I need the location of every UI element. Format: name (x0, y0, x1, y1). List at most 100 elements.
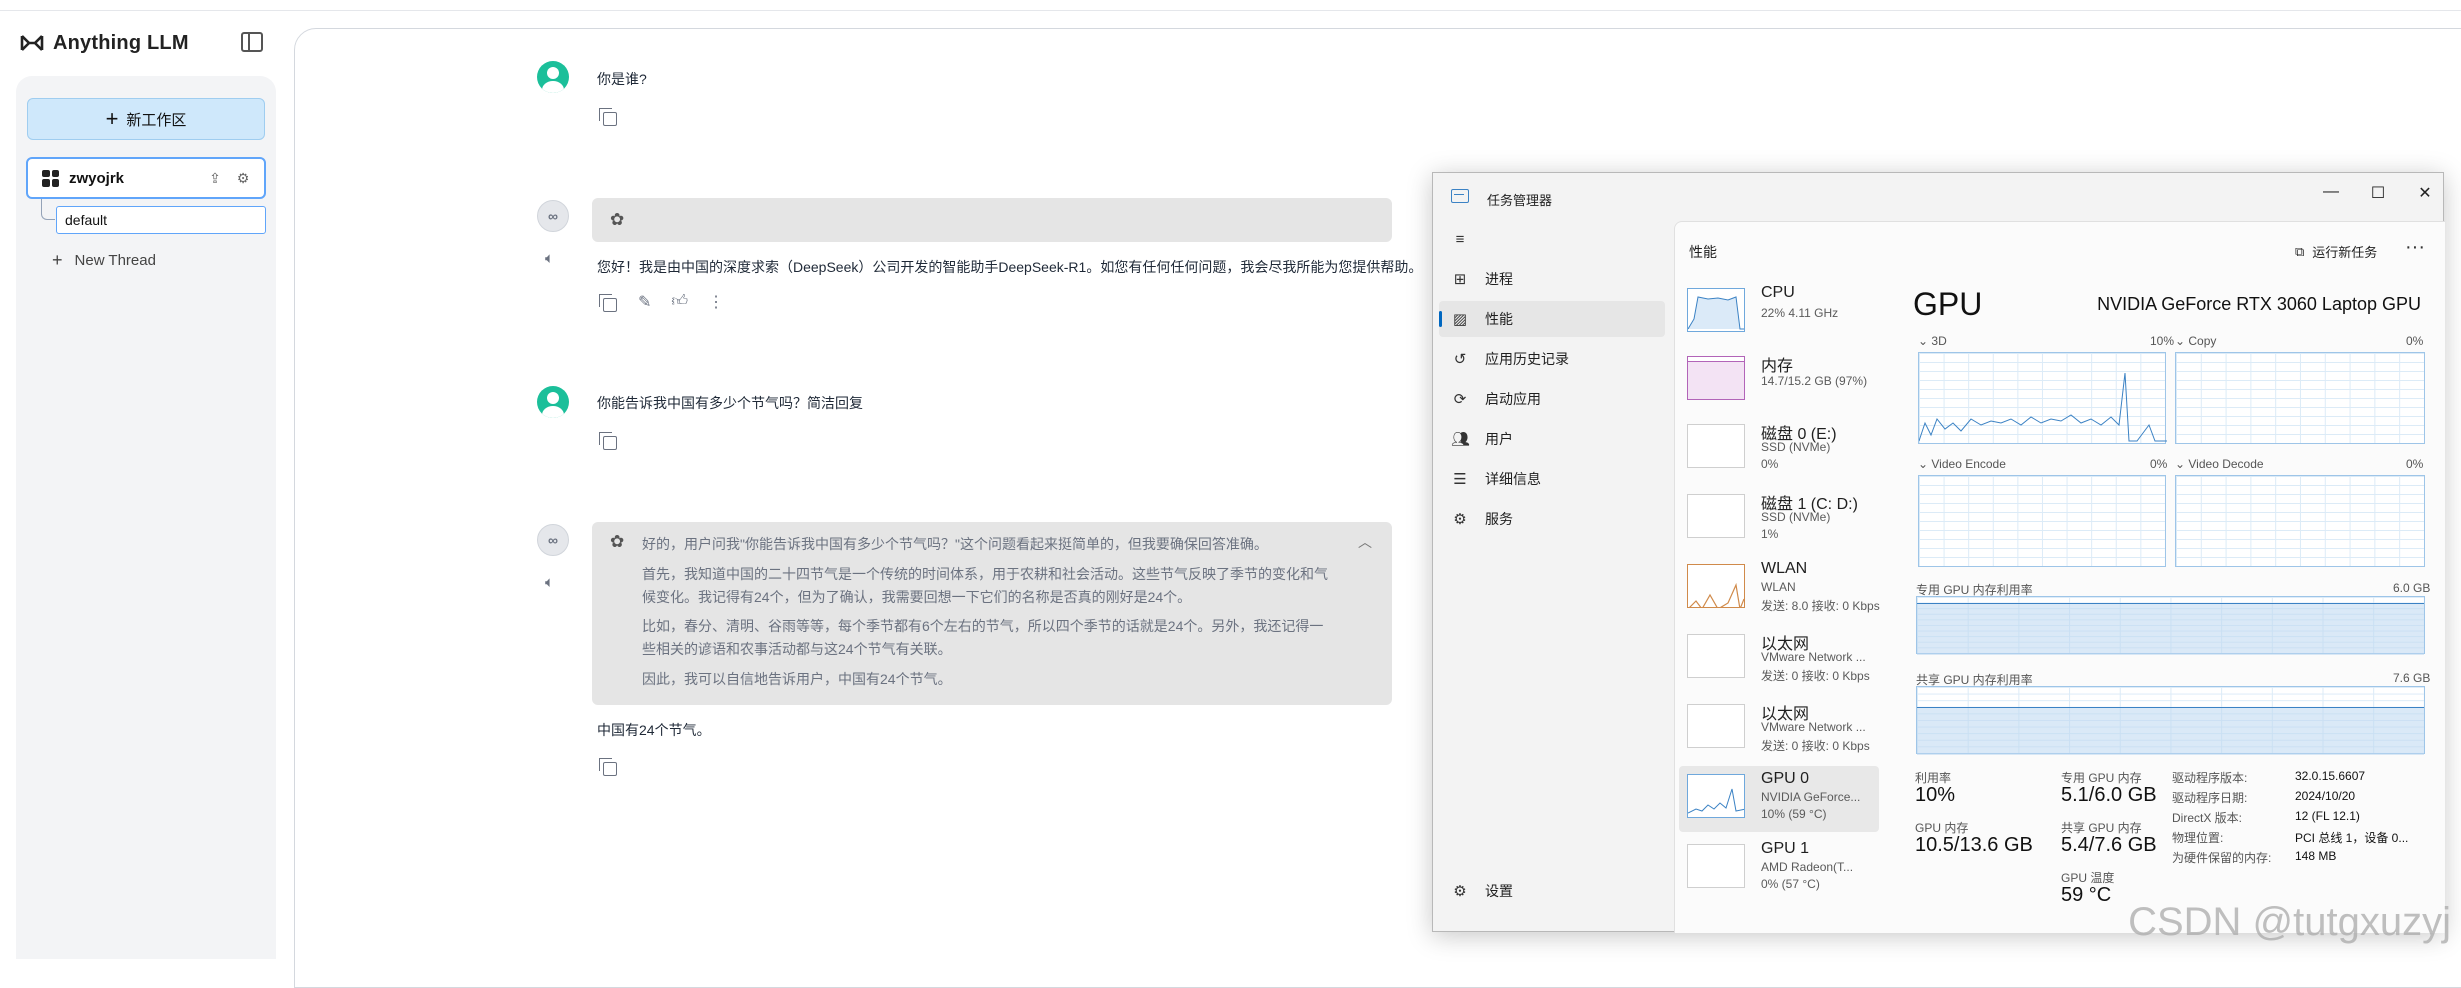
engine-label[interactable]: ⌄ 3D (1918, 334, 1947, 348)
thinking-line: 好的，用户问我"你能告诉我中国有多少个节气吗？"这个问题看起来挺简单的，但我要确… (642, 534, 1268, 554)
copy-icon[interactable] (603, 298, 617, 312)
directx-key: DirectX 版本: (2172, 809, 2242, 826)
driver-version-value: 32.0.15.6607 (2295, 769, 2365, 783)
nav-details[interactable]: ☰详细信息 (1439, 461, 1665, 497)
nav-performance[interactable]: ▨性能 (1439, 301, 1665, 337)
page-title: 性能 (1689, 242, 1717, 262)
user-message: 你能告诉我中国有多少个节气吗？简洁回复 (597, 393, 863, 413)
engine-label[interactable]: ⌄ Copy (2175, 334, 2216, 348)
watermark: CSDN @tutgxuzyj (2128, 900, 2451, 945)
copy-icon[interactable] (603, 762, 617, 776)
edit-icon[interactable]: ✎ (638, 292, 651, 312)
task-manager-titlebar: 任务管理器 — ☐ ✕ (1433, 173, 2443, 221)
run-task-icon: ⧉ (2295, 244, 2304, 260)
nav-services[interactable]: ⚙服务 (1439, 501, 1665, 537)
driver-version-key: 驱动程序版本: (2172, 769, 2247, 786)
new-thread-label: New Thread (75, 252, 156, 269)
user-avatar (537, 61, 569, 93)
thread-default-item[interactable]: default (56, 206, 266, 234)
graph-3d (1918, 352, 2166, 444)
copy-icon[interactable] (603, 112, 617, 126)
thinking-line: 首先，我知道中国的二十四节气是一个传统的时间体系，用于农耕和社会活动。这些节气反… (642, 564, 1328, 584)
grid-icon: ⊞ (1451, 270, 1469, 288)
graph-copy (2175, 352, 2425, 444)
shared-mem-max: 7.6 GB (2393, 671, 2430, 685)
resource-disk-1[interactable]: 磁盘 1 (C: D:) SSD (NVMe) 1% (1679, 486, 1879, 552)
graph-dedicated-mem (1916, 596, 2425, 654)
assistant-message: 您好！我是由中国的深度求索（DeepSeek）公司开发的智能助手DeepSeek… (597, 257, 1422, 277)
resource-gpu-1[interactable]: GPU 1 AMD Radeon(T... 0% (57 °C) (1679, 836, 1879, 902)
thinking-line: 些相关的谚语和农事活动都与这24个节气有关联。 (642, 639, 952, 659)
users-icon: 👥︎ (1451, 430, 1469, 448)
driver-date-value: 2024/10/20 (2295, 789, 2355, 803)
engine-label[interactable]: ⌄ Video Encode (1918, 457, 2006, 471)
thumbs-up-icon[interactable]: 👍︎ (671, 292, 688, 312)
workspace-grid-icon (42, 170, 59, 187)
nav-settings[interactable]: ⚙设置 (1439, 873, 1665, 909)
resource-gpu-0[interactable]: GPU 0 NVIDIA GeForce... 10% (59 °C) (1679, 766, 1879, 832)
nav-processes[interactable]: ⊞进程 (1439, 261, 1665, 297)
resource-disk-0[interactable]: 磁盘 0 (E:) SSD (NVMe) 0% (1679, 416, 1879, 482)
resource-wlan[interactable]: WLAN WLAN 发送: 8.0 接收: 0 Kbps (1679, 556, 1879, 622)
resource-ethernet-2[interactable]: 以太网 VMware Network ... 发送: 0 接收: 0 Kbps (1679, 696, 1879, 762)
close-icon[interactable]: ✕ (2415, 183, 2435, 203)
details-icon: ☰ (1451, 470, 1469, 488)
hamburger-menu-icon[interactable]: ≡ (1439, 221, 1665, 257)
graph-shared-mem (1916, 686, 2425, 754)
engine-pct: 10% (2150, 334, 2174, 348)
task-manager-icon (1451, 189, 1469, 203)
graph-video-decode (2175, 475, 2425, 567)
task-manager-window: 任务管理器 — ☐ ✕ ≡ ⊞进程 ▨性能 ↺应用历史记录 ⟳启动应用 👥︎用户… (1432, 172, 2444, 932)
brand-logo: Anything LLM (19, 28, 189, 58)
chevron-up-icon[interactable]: ︿ (1358, 532, 1372, 552)
settings-icon: ⚙ (1451, 882, 1469, 900)
physical-location-value: PCI 总线 1，设备 0... (2295, 829, 2408, 846)
reserved-mem-key: 为硬件保留的内存: (2172, 849, 2271, 866)
thinking-line: 因此，我可以自信地告诉用户，中国有24个节气。 (642, 669, 952, 689)
minimize-icon[interactable]: — (2321, 183, 2341, 201)
more-options-icon[interactable]: ··· (2405, 236, 2425, 259)
engine-pct: 0% (2406, 334, 2423, 348)
performance-pane: 性能 ⧉运行新任务 ··· CPU 22% 4.11 GHz 内存 14.7/1… (1674, 221, 2445, 933)
assistant-avatar: ∞ (537, 524, 569, 556)
nav-app-history[interactable]: ↺应用历史记录 (1439, 341, 1665, 377)
anythingllm-logo-icon (19, 33, 45, 53)
resource-memory[interactable]: 内存 14.7/15.2 GB (97%) (1679, 348, 1879, 414)
speaker-icon[interactable]: 🔈︎ (545, 574, 554, 591)
task-manager-title: 任务管理器 (1487, 190, 1552, 209)
speaker-icon[interactable]: 🔈︎ (545, 250, 554, 267)
resource-ethernet-1[interactable]: 以太网 VMware Network ... 发送: 0 接收: 0 Kbps (1679, 626, 1879, 692)
performance-icon: ▨ (1451, 310, 1469, 328)
copy-icon[interactable] (603, 436, 617, 450)
directx-value: 12 (FL 12.1) (2295, 809, 2360, 823)
nav-startup-apps[interactable]: ⟳启动应用 (1439, 381, 1665, 417)
task-manager-nav: ≡ ⊞进程 ▨性能 ↺应用历史记录 ⟳启动应用 👥︎用户 ☰详细信息 ⚙服务 ⚙… (1433, 221, 1674, 933)
thinking-line: 候变化。我记得有24个，但为了确认，我需要回想一下它们的名称是否真的刚好是24个… (642, 587, 1191, 607)
gpu-temp-value: 59 °C (2061, 884, 2111, 907)
gear-icon[interactable]: ⚙ (234, 169, 252, 187)
resource-cpu[interactable]: CPU 22% 4.11 GHz (1679, 280, 1879, 346)
gpu-model: NVIDIA GeForce RTX 3060 Laptop GPU (2097, 294, 2421, 315)
physical-location-key: 物理位置: (2172, 829, 2223, 846)
util-value: 10% (1915, 784, 1955, 807)
sidebar-toggle-icon[interactable] (241, 32, 263, 52)
user-message: 你是谁? (597, 69, 647, 89)
gpu-heading: GPU (1913, 286, 1982, 323)
user-avatar (537, 386, 569, 418)
dedicated-mem-max: 6.0 GB (2393, 581, 2430, 595)
run-new-task-button[interactable]: ⧉运行新任务 (2295, 242, 2377, 261)
dedicated-mem-stat-value: 5.1/6.0 GB (2061, 784, 2157, 807)
new-thread-button[interactable]: + New Thread (52, 250, 156, 271)
maximize-icon[interactable]: ☐ (2368, 183, 2388, 203)
more-icon[interactable]: ⋮ (708, 292, 724, 312)
assistant-message: 中国有24个节气。 (597, 720, 711, 740)
plus-icon: + (52, 250, 63, 271)
engine-label[interactable]: ⌄ Video Decode (2175, 457, 2264, 471)
brain-icon: ✿ (610, 210, 624, 230)
new-workspace-button[interactable]: + 新工作区 (27, 98, 265, 140)
thinking-collapsed[interactable]: ✿ (592, 198, 1392, 242)
upload-icon[interactable]: ⇪ (206, 169, 224, 187)
nav-users[interactable]: 👥︎用户 (1439, 421, 1665, 457)
reserved-mem-value: 148 MB (2295, 849, 2336, 863)
workspace-item[interactable]: zwyojrk ⇪ ⚙ (26, 157, 266, 199)
